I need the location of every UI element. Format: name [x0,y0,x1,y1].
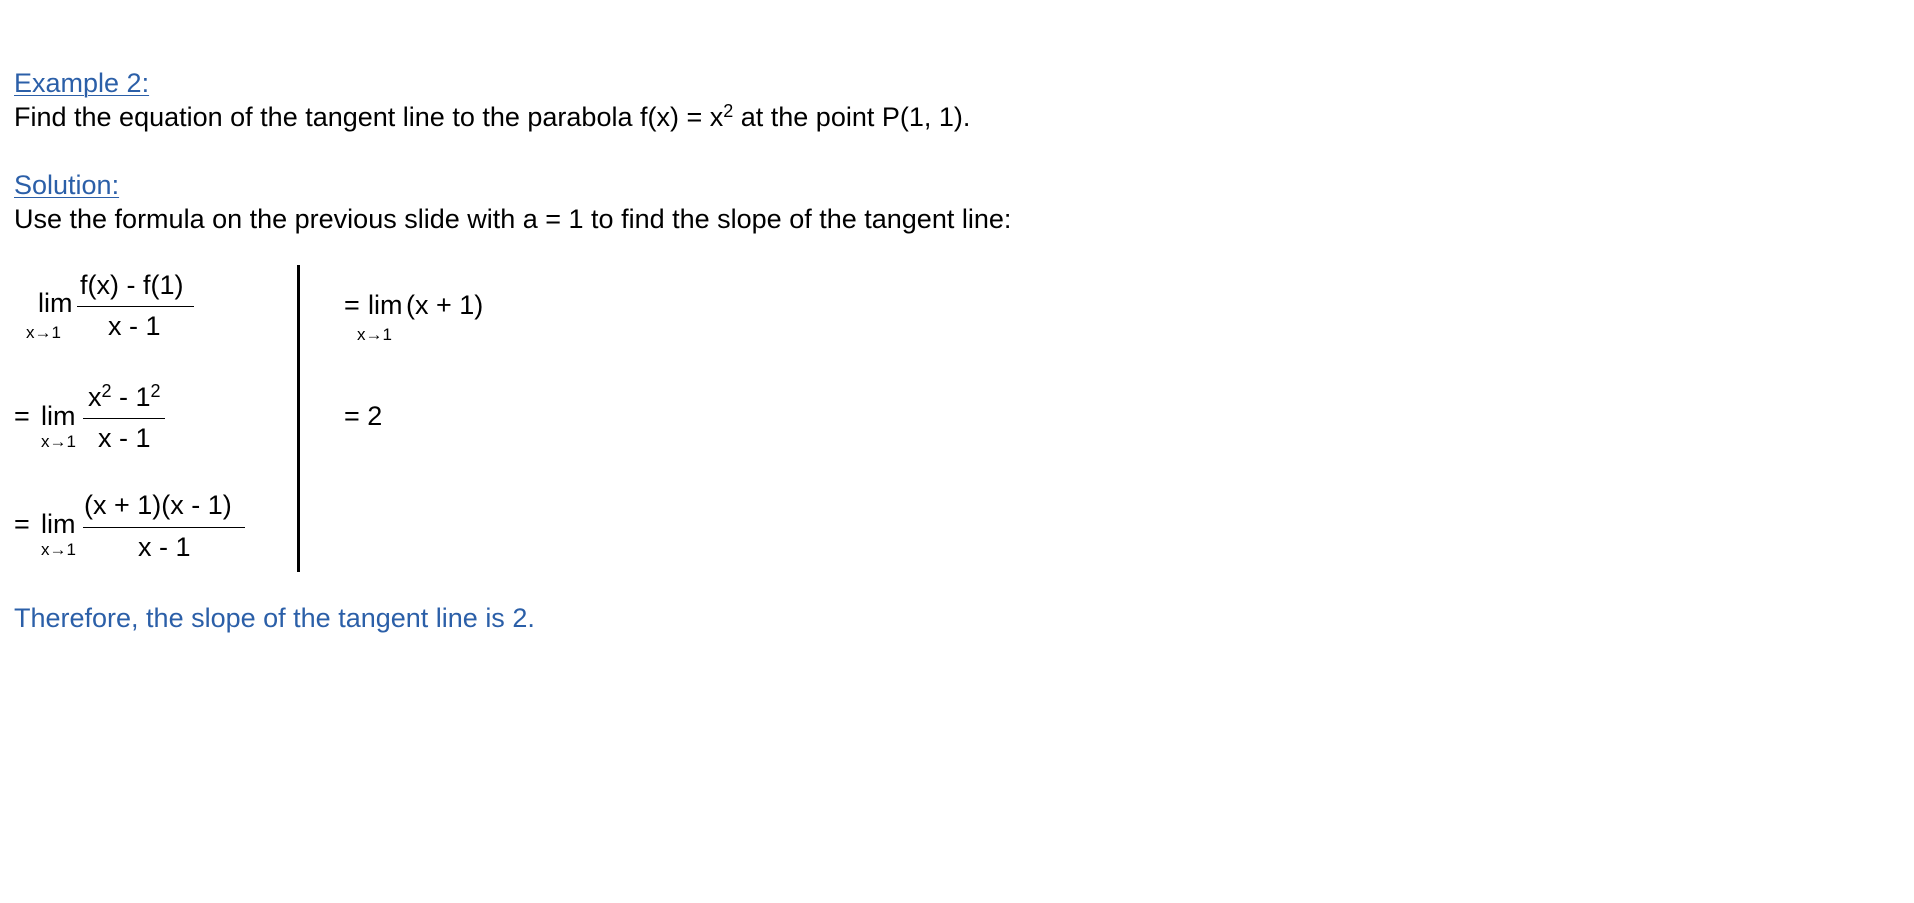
limit-subscript: x→1 [26,323,61,342]
step-4-expression: (x + 1) [406,290,484,320]
limit-subscript: x→1 [41,540,76,559]
numerator-exponent: 2 [150,381,161,401]
problem-statement: Find the equation of the tangent line to… [14,102,970,133]
equals-sign: = [14,509,30,539]
lim-label: lim [368,290,403,320]
solution-intro: Use the formula on the previous slide wi… [14,204,1012,234]
step-5-result: = 2 [344,401,383,431]
limit-subscript: x→1 [357,325,392,344]
step-3-denominator: x - 1 [138,532,191,562]
column-divider [297,265,300,572]
step-2-numerator: x2 - 12 [88,382,161,413]
slide-page: { "example": { "heading": "Example 2:", … [0,0,1914,903]
lim-label: lim [41,509,76,539]
numerator-minus: - 1 [111,382,151,412]
numerator-base: x [88,382,102,412]
limit-subscript: x→1 [41,432,76,451]
problem-text-start: Find the equation of the tangent line to… [14,102,724,132]
step-3-fraction-bar [83,527,245,528]
lim-label: lim [38,288,73,318]
equals-sign: = [344,290,360,320]
numerator-exponent: 2 [101,381,112,401]
conclusion-text: Therefore, the slope of the tangent line… [14,603,535,633]
step-1-numerator: f(x) - f(1) [80,270,184,300]
step-2-fraction-bar [83,418,165,419]
step-3-numerator: (x + 1)(x - 1) [84,490,232,520]
solution-heading: Solution: [14,170,120,200]
step-1-denominator: x - 1 [108,311,161,341]
equals-sign: = [14,401,30,431]
problem-text-end: at the point P(1, 1). [733,102,971,132]
lim-label: lim [41,401,76,431]
example-heading: Example 2: [14,68,150,98]
step-1-fraction-bar [77,306,194,307]
problem-exponent: 2 [723,101,734,121]
step-2-denominator: x - 1 [98,423,151,453]
